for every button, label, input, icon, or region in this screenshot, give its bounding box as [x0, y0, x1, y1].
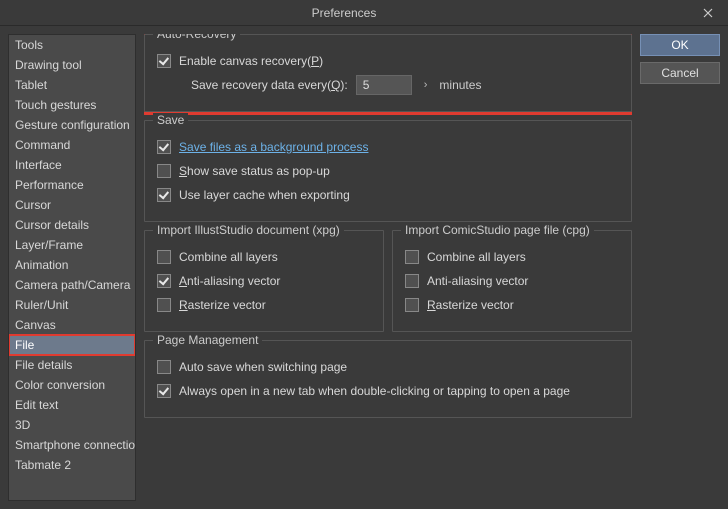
titlebar: Preferences [0, 0, 728, 26]
recovery-interval-label: Save recovery data every(Q): [191, 78, 348, 92]
import-columns: Import IllustStudio document (xpg) Combi… [144, 230, 632, 332]
sidebar-item-color-conversion[interactable]: Color conversion [9, 375, 135, 395]
xpg-raster-checkbox[interactable] [157, 298, 171, 312]
save-bg-row[interactable]: Save files as a background process [157, 137, 619, 157]
cpg-aa-checkbox[interactable] [405, 274, 419, 288]
save-popup-label[interactable]: Show save status as pop-up [179, 164, 330, 178]
sidebar-item-layer-frame[interactable]: Layer/Frame [9, 235, 135, 255]
sidebar-item-3d[interactable]: 3D [9, 415, 135, 435]
sidebar-item-file-details[interactable]: File details [9, 355, 135, 375]
sidebar-item-cursor[interactable]: Cursor [9, 195, 135, 215]
save-cache-row[interactable]: Use layer cache when exporting [157, 185, 619, 205]
dialog-body: ToolsDrawing toolTabletTouch gesturesGes… [0, 26, 728, 509]
save-bg-label[interactable]: Save files as a background process [179, 140, 368, 154]
recovery-interval-unit: minutes [439, 78, 481, 92]
sidebar-item-animation[interactable]: Animation [9, 255, 135, 275]
cancel-button[interactable]: Cancel [640, 62, 720, 84]
pm-opentab-label[interactable]: Always open in a new tab when double-cli… [179, 384, 570, 398]
recovery-interval-stepper[interactable]: › [420, 79, 432, 91]
pm-opentab-checkbox[interactable] [157, 384, 171, 398]
sidebar-item-performance[interactable]: Performance [9, 175, 135, 195]
sidebar-item-gesture-configuration[interactable]: Gesture configuration [9, 115, 135, 135]
settings-main: Auto-Recovery Enable canvas recovery(P) … [144, 34, 632, 501]
sidebar-item-tabmate-2[interactable]: Tabmate 2 [9, 455, 135, 475]
recovery-interval-row: Save recovery data every(Q): › minutes [157, 75, 619, 95]
sidebar-item-ruler-unit[interactable]: Ruler/Unit [9, 295, 135, 315]
pm-autosave-checkbox[interactable] [157, 360, 171, 374]
recovery-interval-input[interactable] [356, 75, 412, 95]
auto-recovery-legend: Auto-Recovery [153, 34, 240, 41]
save-group: Save Save files as a background process … [144, 120, 632, 222]
sidebar-item-touch-gestures[interactable]: Touch gestures [9, 95, 135, 115]
save-bg-checkbox[interactable] [157, 140, 171, 154]
xpg-raster-row[interactable]: Rasterize vector [157, 295, 371, 315]
sidebar-item-file[interactable]: File [9, 335, 135, 355]
save-cache-label[interactable]: Use layer cache when exporting [179, 188, 350, 202]
cpg-combine-checkbox[interactable] [405, 250, 419, 264]
pm-opentab-row[interactable]: Always open in a new tab when double-cli… [157, 381, 619, 401]
cpg-raster-label[interactable]: Rasterize vector [427, 298, 514, 312]
category-sidebar: ToolsDrawing toolTabletTouch gesturesGes… [8, 34, 136, 501]
pm-autosave-row[interactable]: Auto save when switching page [157, 357, 619, 377]
window-title: Preferences [0, 6, 688, 20]
save-cache-checkbox[interactable] [157, 188, 171, 202]
import-xpg-legend: Import IllustStudio document (xpg) [153, 223, 344, 237]
page-management-legend: Page Management [153, 333, 262, 347]
xpg-combine-row[interactable]: Combine all layers [157, 247, 371, 267]
auto-recovery-group: Auto-Recovery Enable canvas recovery(P) … [144, 34, 632, 112]
page-management-group: Page Management Auto save when switching… [144, 340, 632, 418]
preferences-window: Preferences ToolsDrawing toolTabletTouch… [0, 0, 728, 509]
enable-recovery-checkbox[interactable] [157, 54, 171, 68]
xpg-combine-label[interactable]: Combine all layers [179, 250, 278, 264]
cpg-aa-label[interactable]: Anti-aliasing vector [427, 274, 528, 288]
xpg-aa-checkbox[interactable] [157, 274, 171, 288]
sidebar-item-camera-path-camera[interactable]: Camera path/Camera [9, 275, 135, 295]
cpg-combine-label[interactable]: Combine all layers [427, 250, 526, 264]
xpg-combine-checkbox[interactable] [157, 250, 171, 264]
cpg-combine-row[interactable]: Combine all layers [405, 247, 619, 267]
save-legend: Save [153, 113, 188, 127]
import-cpg-group: Import ComicStudio page file (cpg) Combi… [392, 230, 632, 332]
save-popup-checkbox[interactable] [157, 164, 171, 178]
sidebar-item-interface[interactable]: Interface [9, 155, 135, 175]
sidebar-item-command[interactable]: Command [9, 135, 135, 155]
cpg-aa-row[interactable]: Anti-aliasing vector [405, 271, 619, 291]
sidebar-item-drawing-tool[interactable]: Drawing tool [9, 55, 135, 75]
sidebar-item-tools[interactable]: Tools [9, 35, 135, 55]
sidebar-item-canvas[interactable]: Canvas [9, 315, 135, 335]
dialog-buttons: OK Cancel [640, 34, 720, 501]
ok-button[interactable]: OK [640, 34, 720, 56]
xpg-aa-label[interactable]: Anti-aliasing vector [179, 274, 280, 288]
enable-recovery-label[interactable]: Enable canvas recovery(P) [179, 54, 323, 68]
enable-recovery-row[interactable]: Enable canvas recovery(P) [157, 51, 619, 71]
xpg-aa-row[interactable]: Anti-aliasing vector [157, 271, 371, 291]
close-icon[interactable] [688, 0, 728, 26]
sidebar-item-edit-text[interactable]: Edit text [9, 395, 135, 415]
save-popup-row[interactable]: Show save status as pop-up [157, 161, 619, 181]
cpg-raster-checkbox[interactable] [405, 298, 419, 312]
pm-autosave-label[interactable]: Auto save when switching page [179, 360, 347, 374]
cpg-raster-row[interactable]: Rasterize vector [405, 295, 619, 315]
sidebar-item-tablet[interactable]: Tablet [9, 75, 135, 95]
import-xpg-group: Import IllustStudio document (xpg) Combi… [144, 230, 384, 332]
sidebar-item-cursor-details[interactable]: Cursor details [9, 215, 135, 235]
xpg-raster-label[interactable]: Rasterize vector [179, 298, 266, 312]
sidebar-item-smartphone-connection[interactable]: Smartphone connection [9, 435, 135, 455]
import-cpg-legend: Import ComicStudio page file (cpg) [401, 223, 594, 237]
